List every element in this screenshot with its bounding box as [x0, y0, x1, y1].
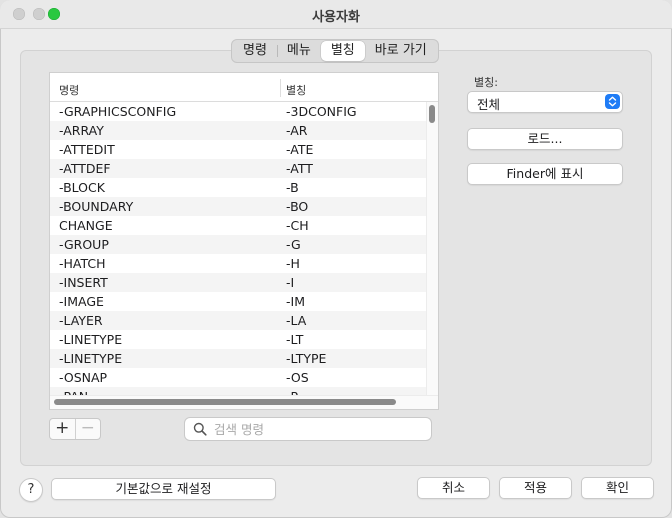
command-cell: -GRAPHICSCONFIG	[59, 104, 177, 119]
add-alias-button[interactable]: +	[50, 419, 75, 439]
table-row[interactable]: -GRAPHICSCONFIG -3DCONFIG	[50, 102, 426, 121]
search-field[interactable]	[184, 417, 432, 441]
search-input[interactable]	[212, 420, 426, 439]
add-remove-control: + −	[49, 418, 101, 440]
alias-cell: -OS	[286, 370, 309, 385]
command-cell: -HATCH	[59, 256, 106, 271]
search-icon	[193, 422, 207, 436]
help-icon[interactable]: ?	[19, 478, 43, 502]
tab-menus[interactable]: 메뉴	[276, 41, 321, 61]
alias-cell: -LTYPE	[286, 351, 327, 366]
alias-cell: -LT	[286, 332, 304, 347]
cancel-button[interactable]: 취소	[417, 477, 490, 499]
command-cell: -IMAGE	[59, 294, 104, 309]
chevron-up-down-icon	[605, 94, 620, 109]
table-row[interactable]: -LAYER -LA	[50, 311, 426, 330]
tab-commands[interactable]: 명령	[233, 41, 277, 61]
command-cell: -LAYER	[59, 313, 103, 328]
column-header-alias[interactable]: 별칭	[286, 82, 306, 98]
remove-alias-button[interactable]: −	[74, 419, 101, 439]
load-button[interactable]: 로드...	[467, 128, 623, 150]
command-cell: -OSNAP	[59, 370, 108, 385]
vertical-scroll-thumb[interactable]	[429, 105, 435, 123]
alias-cell: -ATT	[286, 161, 313, 176]
table-row[interactable]: -HATCH -H	[50, 254, 426, 273]
alias-cell: -IM	[286, 294, 305, 309]
alias-cell: -ATE	[286, 142, 314, 157]
command-cell: -ATTDEF	[59, 161, 111, 176]
vertical-scrollbar[interactable]	[426, 102, 438, 397]
title-bar: 사용자화	[0, 0, 672, 29]
command-cell: CHANGE	[59, 218, 113, 233]
window-title: 사용자화	[312, 10, 360, 25]
alias-cell: -LA	[286, 313, 307, 328]
alias-cell: -CH	[286, 218, 309, 233]
column-divider[interactable]	[280, 79, 281, 97]
table-row[interactable]: CHANGE -CH	[50, 216, 426, 235]
table-row[interactable]: -LINETYPE -LT	[50, 330, 426, 349]
ok-button[interactable]: 확인	[581, 477, 654, 499]
alias-filter-label: 별칭:	[474, 76, 498, 89]
table-header: 명령 별칭	[50, 73, 438, 102]
show-in-finder-button[interactable]: Finder에 표시	[467, 163, 623, 185]
command-cell: -LINETYPE	[59, 332, 123, 347]
alias-filter-value: 전체	[477, 97, 501, 112]
command-cell: -GROUP	[59, 237, 109, 252]
table-body: -GRAPHICSCONFIG -3DCONFIG -ARRAY -AR -ATTE…	[50, 102, 426, 397]
tab-bar: 명령 메뉴 별칭 바로 가기	[231, 39, 439, 63]
horizontal-scrollbar[interactable]	[50, 395, 438, 409]
apply-button[interactable]: 적용	[499, 477, 572, 499]
alias-table: 명령 별칭 -GRAPHICSCONFIG -3DCONFIG -ARRAY -AR…	[49, 72, 439, 410]
alias-cell: -3DCONFIG	[286, 104, 357, 119]
table-row[interactable]: -ARRAY -AR	[50, 121, 426, 140]
tab-aliases[interactable]: 별칭	[320, 41, 365, 61]
command-cell: -INSERT	[59, 275, 108, 290]
alias-cell: -AR	[286, 123, 308, 138]
table-row[interactable]: -ATTEDIT -ATE	[50, 140, 426, 159]
table-row[interactable]: -INSERT -I	[50, 273, 426, 292]
alias-cell: -G	[286, 237, 301, 252]
command-cell: -ARRAY	[59, 123, 104, 138]
table-row[interactable]: -OSNAP -OS	[50, 368, 426, 387]
alias-cell: -H	[286, 256, 300, 271]
tab-shortcuts[interactable]: 바로 가기	[365, 41, 437, 61]
customize-window: 사용자화 명령 메뉴 별칭 바로 가기 명령 별칭 -GRAPHICSCONFI…	[0, 0, 672, 518]
command-cell: -BLOCK	[59, 180, 105, 195]
table-row[interactable]: -ATTDEF -ATT	[50, 159, 426, 178]
reset-defaults-button[interactable]: 기본값으로 재설정	[51, 478, 276, 500]
column-header-command[interactable]: 명령	[59, 82, 79, 98]
table-row[interactable]: -BOUNDARY -BO	[50, 197, 426, 216]
command-cell: -LINETYPE	[59, 351, 123, 366]
alias-cell: -B	[286, 180, 299, 195]
table-row[interactable]: -LINETYPE -LTYPE	[50, 349, 426, 368]
table-row[interactable]: -IMAGE -IM	[50, 292, 426, 311]
command-cell: -BOUNDARY	[59, 199, 134, 214]
alias-filter-select[interactable]: 전체	[467, 91, 623, 113]
alias-cell: -BO	[286, 199, 309, 214]
table-row[interactable]: -BLOCK -B	[50, 178, 426, 197]
horizontal-scroll-thumb[interactable]	[54, 399, 396, 405]
alias-cell: -I	[286, 275, 295, 290]
command-cell: -ATTEDIT	[59, 142, 115, 157]
table-row[interactable]: -GROUP -G	[50, 235, 426, 254]
